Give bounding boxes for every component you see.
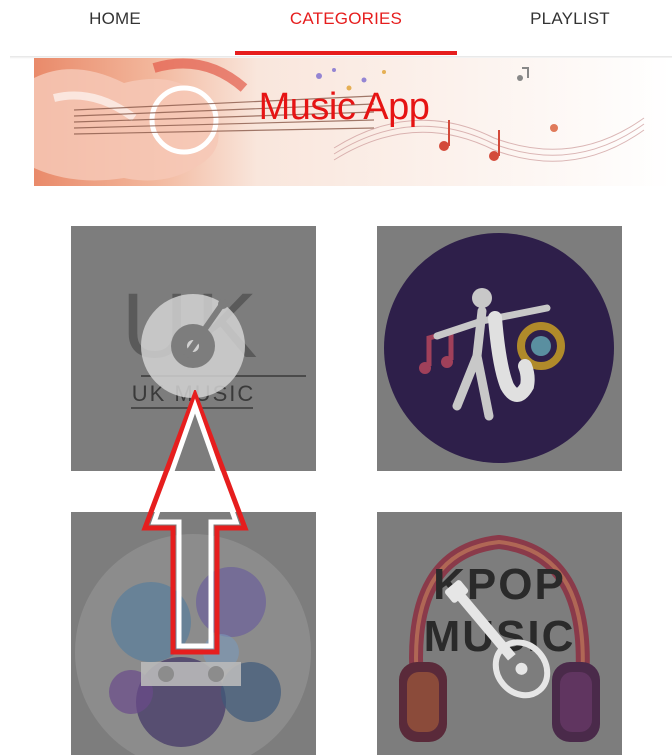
tab-indicator [235, 51, 457, 55]
header-banner: Music App [34, 58, 672, 186]
tab-playlist[interactable]: PLAYLIST [505, 0, 635, 52]
app-title: Music App [258, 86, 430, 128]
tab-bar: HOME CATEGORIES PLAYLIST [0, 0, 672, 56]
category-tile-kpop[interactable]: KPOP MUSIC [377, 512, 622, 755]
guitar-icon [444, 580, 551, 699]
tab-home[interactable]: HOME [50, 0, 180, 52]
saxophone-icon [384, 233, 614, 463]
category-tile-saxophone[interactable] [377, 226, 622, 471]
tab-categories[interactable]: CATEGORIES [235, 0, 457, 52]
arrow-up-annotation [141, 390, 249, 655]
